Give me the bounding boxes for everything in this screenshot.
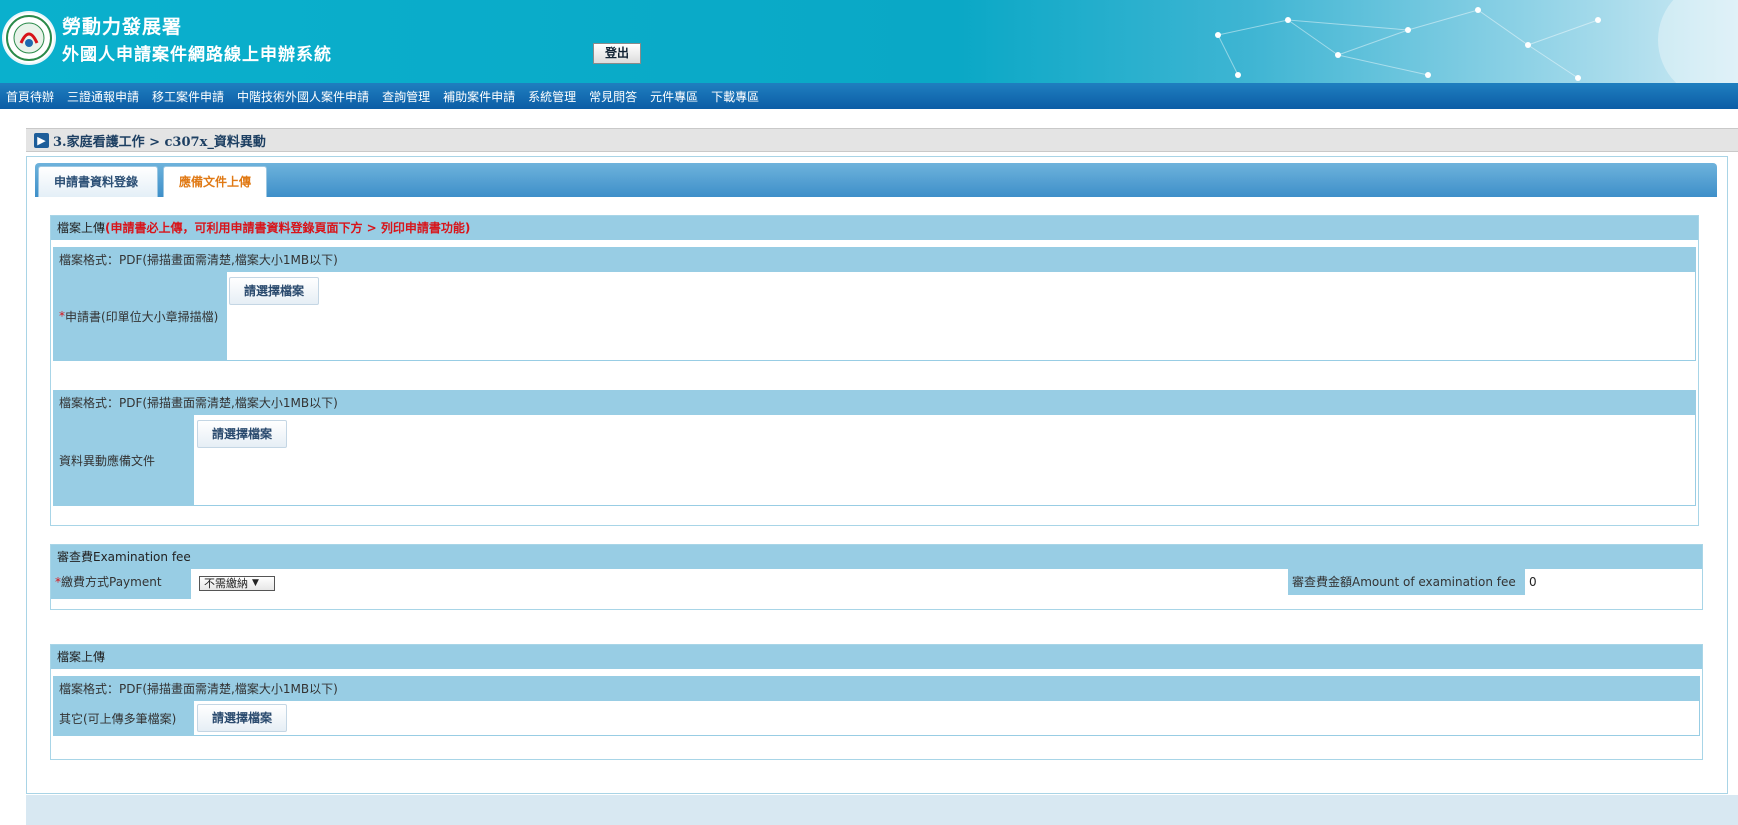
nav-item-system[interactable]: 系統管理 [528,88,576,105]
payment-method-select[interactable]: 不需繳納 ▼ [199,576,275,591]
nav-item-query[interactable]: 查詢管理 [382,88,430,105]
choose-file-button[interactable]: 請選擇檔案 [197,704,288,732]
nav-item-home[interactable]: 首頁待辦 [6,88,54,105]
format-note: 檔案格式：PDF(掃描畫面需清楚,檔案大小1MB以下) [54,248,1695,272]
arrow-right-icon: ▶ [34,132,49,148]
main-nav: 首頁待辦 三證通報申請 移工案件申請 中階技術外國人案件申請 查詢管理 補助案件… [0,83,1738,109]
upload-block-other: 檔案格式：PDF(掃描畫面需清楚,檔案大小1MB以下) 其它(可上傳多筆檔案) … [53,676,1700,736]
other-upload-title: 檔案上傳 [51,645,1702,669]
format-note: 檔案格式：PDF(掃描畫面需清楚,檔案大小1MB以下) [54,391,1695,415]
application-form-label: * 申請書(印單位大小章掃描檔) [54,272,227,360]
content-panel: 申請書資料登錄 應備文件上傳 檔案上傳(申請書必上傳，可利用申請書資料登錄頁面下… [26,156,1728,794]
choose-file-button[interactable]: 請選擇檔案 [229,277,320,305]
chevron-down-icon: ▼ [252,578,259,588]
fee-section: 審查費Examination fee *繳費方式Payment 不需繳納 ▼ 審查… [50,544,1703,610]
payment-method-label: *繳費方式Payment [51,569,191,599]
nav-item-faq[interactable]: 常見問答 [589,88,637,105]
breadcrumb: ▶ 3.家庭看護工作 > c307x_資料異動 [26,128,1738,152]
upload-block-application: 檔案格式：PDF(掃描畫面需清楚,檔案大小1MB以下) * 申請書(印單位大小章掃… [53,247,1696,361]
nav-item-migrant-case[interactable]: 移工案件申請 [152,88,224,105]
other-files-label: 其它(可上傳多筆檔案) [54,701,194,735]
nav-item-download[interactable]: 下載專區 [711,88,759,105]
fee-section-title: 審查費Examination fee [51,545,1702,569]
nav-item-subsidy[interactable]: 補助案件申請 [443,88,515,105]
breadcrumb-text: 3.家庭看護工作 > c307x_資料異動 [53,134,266,150]
agency-seal-icon [4,13,54,63]
system-title: 外國人申請案件網路線上申辦系統 [62,45,332,65]
nav-item-mid-level-case[interactable]: 中階技術外國人案件申請 [237,88,369,105]
app-header: 勞動力發展署 外國人申請案件網路線上申辦系統 登出 [0,0,1738,83]
fee-amount-label: 審查費金額Amount of examination fee [1288,569,1525,595]
fee-amount-value: 0 [1529,575,1537,589]
nav-item-components[interactable]: 元件專區 [650,88,698,105]
change-docs-label: 資料異動應備文件 [54,415,194,505]
logout-button[interactable]: 登出 [593,43,641,64]
format-note: 檔案格式：PDF(掃描畫面需清楚,檔案大小1MB以下) [54,677,1699,701]
upload-block-change-docs: 檔案格式：PDF(掃描畫面需清楚,檔案大小1MB以下) 資料異動應備文件 請選擇… [53,390,1696,506]
upload-section-title: 檔案上傳 [57,221,106,235]
upload-section-note: (申請書必上傳，可利用申請書資料登錄頁面下方 > 列印申請書功能) [105,221,471,235]
tab-strip: 申請書資料登錄 應備文件上傳 [35,163,1717,197]
network-decoration [1215,0,1738,83]
choose-file-button[interactable]: 請選擇檔案 [197,420,288,448]
agency-title: 勞動力發展署 [62,16,183,38]
upload-section: 檔案上傳(申請書必上傳，可利用申請書資料登錄頁面下方 > 列印申請書功能) 檔案… [50,215,1699,526]
upload-section-header: 檔案上傳(申請書必上傳，可利用申請書資料登錄頁面下方 > 列印申請書功能) [51,216,1698,240]
nav-item-three-cert[interactable]: 三證通報申請 [67,88,139,105]
tab-application-data[interactable]: 申請書資料登錄 [38,166,158,197]
other-upload-section: 檔案上傳 檔案格式：PDF(掃描畫面需清楚,檔案大小1MB以下) 其它(可上傳多… [50,644,1703,760]
tab-document-upload[interactable]: 應備文件上傳 [163,166,267,197]
footer-band [26,795,1738,825]
